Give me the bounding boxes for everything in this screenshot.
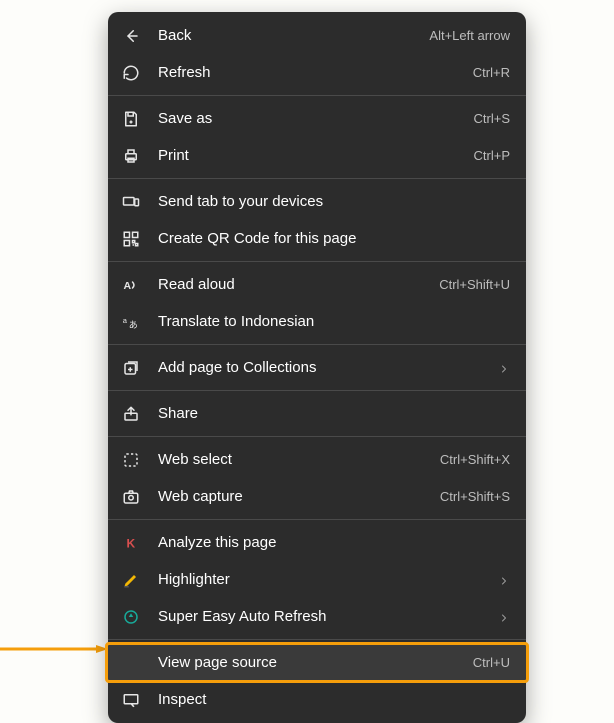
read-aloud-icon <box>122 276 140 294</box>
print-icon <box>122 147 140 165</box>
menu-item-highlighter[interactable]: Highlighter <box>108 561 526 598</box>
highlighter-extension-icon <box>122 571 140 589</box>
menu-item-shortcut: Ctrl+Shift+S <box>440 489 510 504</box>
menu-item-shortcut: Ctrl+R <box>473 65 510 80</box>
back-arrow-icon <box>122 27 140 45</box>
callout-arrow <box>0 640 110 648</box>
menu-separator <box>108 178 526 179</box>
qr-code-icon <box>122 230 140 248</box>
menu-item-send-tab[interactable]: Send tab to your devices <box>108 183 526 220</box>
menu-item-collections[interactable]: Add page to Collections <box>108 349 526 386</box>
translate-icon <box>122 313 140 331</box>
menu-item-refresh[interactable]: Refresh Ctrl+R <box>108 54 526 91</box>
menu-item-label: Highlighter <box>158 571 490 588</box>
menu-item-back[interactable]: Back Alt+Left arrow <box>108 17 526 54</box>
menu-item-analyze[interactable]: Analyze this page <box>108 524 526 561</box>
menu-item-label: Share <box>158 405 510 422</box>
chevron-right-icon <box>498 574 510 586</box>
menu-item-label: Analyze this page <box>158 534 510 551</box>
menu-item-label: Add page to Collections <box>158 359 490 376</box>
menu-item-label: Web select <box>158 451 432 468</box>
menu-separator <box>108 390 526 391</box>
menu-separator <box>108 639 526 640</box>
menu-item-shortcut: Ctrl+Shift+U <box>439 277 510 292</box>
chevron-right-icon <box>498 362 510 374</box>
menu-separator <box>108 261 526 262</box>
web-select-icon <box>122 451 140 469</box>
menu-item-label: Send tab to your devices <box>158 193 510 210</box>
menu-item-shortcut: Alt+Left arrow <box>429 28 510 43</box>
menu-item-shortcut: Ctrl+P <box>474 148 510 163</box>
menu-item-print[interactable]: Print Ctrl+P <box>108 137 526 174</box>
menu-separator <box>108 436 526 437</box>
menu-separator <box>108 519 526 520</box>
menu-item-view-source[interactable]: View page source Ctrl+U <box>108 644 526 681</box>
menu-item-label: Back <box>158 27 421 44</box>
blank-icon <box>122 654 140 672</box>
auto-refresh-extension-icon <box>122 608 140 626</box>
menu-item-qr-code[interactable]: Create QR Code for this page <box>108 220 526 257</box>
menu-item-label: Translate to Indonesian <box>158 313 510 330</box>
save-icon <box>122 110 140 128</box>
menu-item-label: Super Easy Auto Refresh <box>158 608 490 625</box>
inspect-icon <box>122 691 140 709</box>
menu-item-shortcut: Ctrl+S <box>474 111 510 126</box>
menu-item-label: Refresh <box>158 64 465 81</box>
chevron-right-icon <box>498 611 510 623</box>
menu-item-inspect[interactable]: Inspect <box>108 681 526 718</box>
share-icon <box>122 405 140 423</box>
refresh-icon <box>122 64 140 82</box>
menu-item-share[interactable]: Share <box>108 395 526 432</box>
menu-item-read-aloud[interactable]: Read aloud Ctrl+Shift+U <box>108 266 526 303</box>
menu-separator <box>108 95 526 96</box>
context-menu: Back Alt+Left arrow Refresh Ctrl+R Save … <box>108 12 526 723</box>
menu-item-shortcut: Ctrl+U <box>473 655 510 670</box>
collections-icon <box>122 359 140 377</box>
analyze-extension-icon <box>122 534 140 552</box>
menu-item-label: Save as <box>158 110 466 127</box>
menu-separator <box>108 344 526 345</box>
menu-item-web-capture[interactable]: Web capture Ctrl+Shift+S <box>108 478 526 515</box>
menu-item-shortcut: Ctrl+Shift+X <box>440 452 510 467</box>
menu-item-label: Web capture <box>158 488 432 505</box>
menu-item-save-as[interactable]: Save as Ctrl+S <box>108 100 526 137</box>
menu-item-label: Inspect <box>158 691 510 708</box>
devices-icon <box>122 193 140 211</box>
menu-item-auto-refresh[interactable]: Super Easy Auto Refresh <box>108 598 526 635</box>
menu-item-label: View page source <box>158 654 465 671</box>
menu-item-label: Create QR Code for this page <box>158 230 510 247</box>
menu-item-label: Print <box>158 147 466 164</box>
menu-item-web-select[interactable]: Web select Ctrl+Shift+X <box>108 441 526 478</box>
menu-item-translate[interactable]: Translate to Indonesian <box>108 303 526 340</box>
camera-icon <box>122 488 140 506</box>
menu-item-label: Read aloud <box>158 276 431 293</box>
